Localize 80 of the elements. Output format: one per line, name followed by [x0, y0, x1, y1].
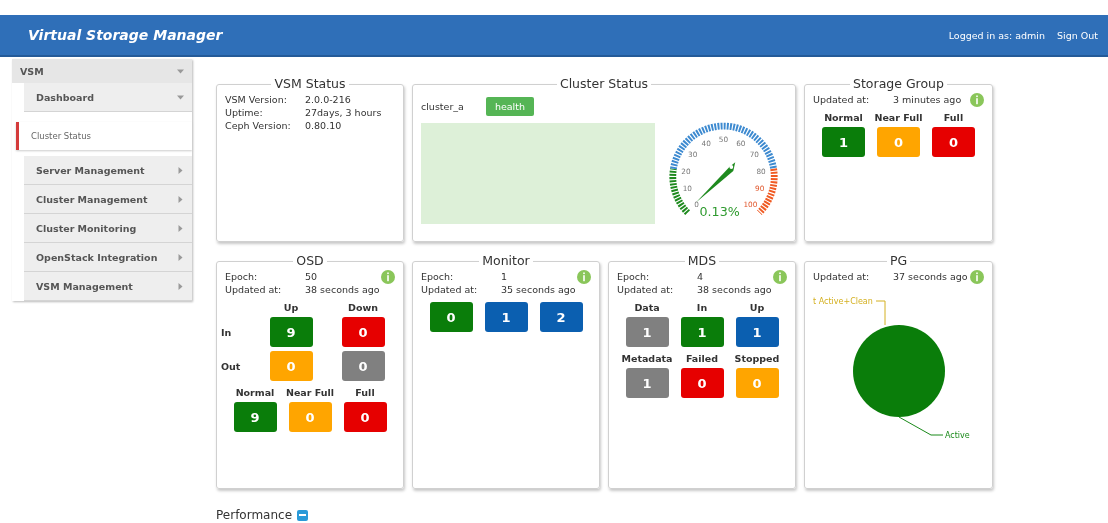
field-value: 50	[305, 270, 318, 283]
count-tile[interactable]: 0	[429, 302, 473, 332]
field-label: Updated at:	[813, 93, 871, 106]
leader-line	[898, 416, 944, 436]
count-tile[interactable]: 1	[625, 317, 669, 347]
field-label: Updated at:	[421, 283, 479, 296]
column-header: Stopped	[733, 353, 781, 364]
section-title: Performance	[216, 508, 293, 522]
field-label: Updated at:	[617, 283, 675, 296]
sidebar-item[interactable]: Server Management	[24, 156, 192, 185]
row-label: Out	[221, 360, 242, 372]
field-label: Epoch:	[225, 270, 259, 283]
pie-label: t Active+Clean	[813, 297, 873, 306]
column-header: Normal	[234, 387, 276, 398]
count-tile[interactable]: 0	[341, 351, 385, 381]
count-tile[interactable]: 9	[233, 402, 277, 432]
card-title: Monitor	[479, 253, 533, 268]
count-tile[interactable]: 1	[625, 368, 669, 398]
count-tile[interactable]: 1	[484, 302, 528, 332]
field-label: Ceph Version:	[225, 119, 292, 132]
column-header: Up	[282, 302, 300, 313]
field-value: 0.80.10	[305, 119, 342, 132]
count-tile[interactable]: 0	[343, 402, 387, 432]
field-value: 3 minutes ago	[893, 93, 962, 106]
column-header: In	[695, 302, 709, 313]
app-title: Virtual Storage Manager	[28, 27, 224, 43]
column-header: Failed	[684, 353, 720, 364]
health-badge: health	[485, 97, 534, 116]
sidebar-item[interactable]: Cluster Status	[16, 122, 192, 150]
count-tile[interactable]: 1	[680, 317, 724, 347]
row-label: In	[221, 326, 233, 338]
column-header: Down	[347, 302, 379, 313]
leader-line	[875, 300, 886, 326]
count-tile[interactable]: 1	[822, 127, 865, 157]
field-label: Updated at:	[813, 270, 871, 283]
column-header: Near Full	[284, 387, 336, 398]
field-value: 1	[501, 270, 508, 283]
pie-label: Active	[945, 431, 970, 440]
column-header: Up	[748, 302, 766, 313]
field-value: 37 seconds ago	[893, 270, 968, 283]
card-title: MDS	[684, 253, 720, 268]
count-tile[interactable]: 1	[735, 317, 779, 347]
collapse-icon[interactable]	[297, 509, 309, 521]
field-label: VSM Version:	[225, 93, 288, 106]
field-value: 2.0.0-216	[305, 93, 351, 106]
field-label: Updated at:	[225, 283, 283, 296]
column-header: Metadata	[620, 353, 674, 364]
card-title: VSM Status	[271, 76, 349, 91]
column-header: Data	[633, 302, 661, 313]
sidebar-item[interactable]: VSM Management	[24, 272, 192, 301]
cluster-name: cluster_a	[421, 101, 464, 112]
count-tile[interactable]: 0	[680, 368, 724, 398]
field-value: 35 seconds ago	[501, 283, 576, 296]
count-tile[interactable]: 9	[269, 317, 313, 347]
sign-out-link[interactable]: Sign Out	[1057, 29, 1098, 41]
sidebar-item[interactable]: OpenStack Integration	[24, 243, 192, 272]
column-header: Normal	[823, 112, 864, 123]
column-header: Near Full	[873, 112, 924, 123]
count-tile[interactable]: 0	[932, 127, 975, 157]
count-tile[interactable]: 0	[341, 317, 385, 347]
sidebar-item[interactable]: Cluster Management	[24, 185, 192, 214]
field-label: Uptime:	[225, 106, 264, 119]
sidebar-item[interactable]: VSM	[12, 59, 192, 83]
card-title: OSD	[293, 253, 327, 268]
field-label: Epoch:	[421, 270, 455, 283]
column-header: Full	[942, 112, 965, 123]
field-value: 38 seconds ago	[697, 283, 772, 296]
field-value: 4	[697, 270, 704, 283]
card-title: Storage Group	[850, 76, 947, 91]
user-label: Logged in as: admin	[948, 29, 1046, 41]
field-label: Epoch:	[617, 270, 651, 283]
gauge-reading: 0.13%	[699, 203, 740, 219]
field-value: 38 seconds ago	[305, 283, 380, 296]
count-tile[interactable]: 2	[539, 302, 583, 332]
card-title: PG	[886, 253, 911, 268]
sidebar-item[interactable]: Cluster Monitoring	[24, 214, 192, 243]
sidebar-item[interactable]: Dashboard	[24, 83, 192, 112]
card-title: Cluster Status	[556, 76, 652, 91]
column-header: Full	[354, 387, 376, 398]
field-value: 27days, 3 hours	[305, 106, 382, 119]
